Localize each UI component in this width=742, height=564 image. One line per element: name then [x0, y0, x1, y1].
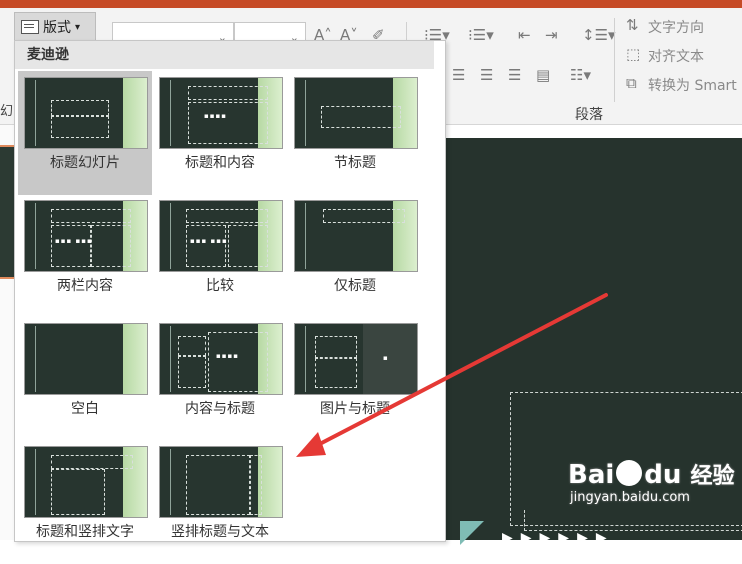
annotation-arrow [296, 293, 608, 457]
